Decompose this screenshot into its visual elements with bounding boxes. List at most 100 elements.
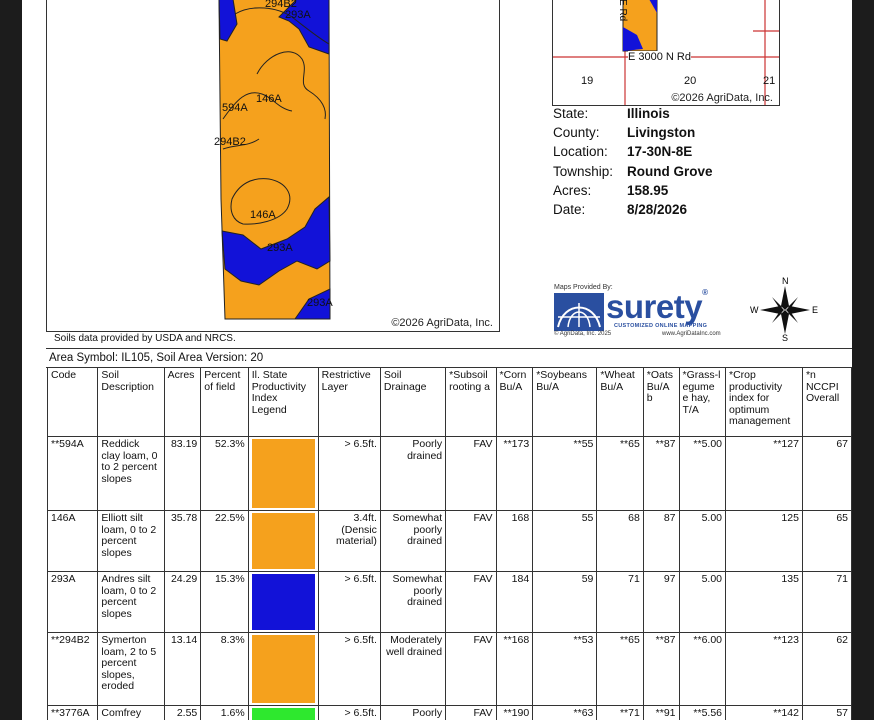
table-row: **294B2 Symerton loam, 2 to 5 percent sl…	[46, 632, 852, 706]
cell-pct: 52.3%	[200, 436, 249, 511]
cell-legend	[247, 705, 319, 720]
col-header: Soil Drainage	[379, 367, 447, 437]
soils-credit: Soils data provided by USDA and NRCS.	[54, 333, 236, 344]
globe-icon	[554, 293, 604, 331]
cell-corn: **168	[495, 632, 534, 706]
legend-swatch-orange	[251, 635, 315, 703]
cell-corn: **173	[495, 436, 534, 511]
cell-pct: 22.5%	[200, 510, 249, 572]
cell-hay: 5.00	[678, 510, 727, 572]
cell-corn: 184	[495, 571, 534, 633]
cell-code: **594A	[46, 436, 99, 511]
cell-acres: 13.14	[163, 632, 202, 706]
info-value: 17-30N-8E	[627, 144, 693, 160]
cell-nccpi: 71	[801, 571, 852, 633]
cell-cpi: **123	[725, 632, 803, 706]
section-21: 21	[763, 75, 776, 87]
cell-restrictive: > 6.5ft.	[317, 436, 381, 511]
cell-legend	[247, 571, 319, 633]
legend-swatch-orange	[251, 439, 315, 508]
parcel-info: State: Illinois County: Livingston Locatio…	[553, 106, 713, 221]
road-label: E 3000 N Rd	[628, 51, 691, 63]
cell-soy: **53	[532, 632, 598, 706]
cell-drainage: Moderately well drained	[379, 632, 447, 706]
col-header: Il. State Productivity Index Legend	[247, 367, 319, 437]
surety-brand: surety®	[606, 288, 708, 325]
col-header: Acres	[163, 367, 202, 437]
cell-nccpi: 57	[801, 705, 852, 720]
cell-soy: **63	[532, 705, 598, 720]
col-header: Restrictive Layer	[317, 367, 381, 437]
cell-wheat: **65	[596, 632, 644, 706]
cell-desc: Elliott silt loam, 0 to 2 percent slopes	[97, 510, 165, 572]
info-row-location: Location: 17-30N-8E	[553, 144, 713, 163]
cell-wheat: 71	[596, 571, 644, 633]
map-label-293A-middle: 293A	[267, 242, 293, 254]
col-header: Soil Description	[97, 367, 165, 437]
cell-subsoil: FAV	[445, 571, 497, 633]
cell-acres: 35.78	[163, 510, 202, 572]
legend-swatch-orange	[251, 513, 315, 569]
info-key: Location:	[553, 144, 608, 160]
cell-desc: Reddick clay loam, 0 to 2 percent slopes	[97, 436, 165, 511]
cell-oats: **91	[642, 705, 680, 720]
map-label-293A: 293A	[285, 9, 311, 21]
vertical-road-label: E Rd	[617, 0, 628, 22]
cell-hay: **5.56	[678, 705, 727, 720]
cell-oats: 87	[642, 510, 680, 572]
cell-oats: **87	[642, 436, 680, 511]
col-header: Percent of field	[200, 367, 249, 437]
info-value: 158.95	[627, 182, 669, 198]
info-row-acres: Acres: 158.95	[553, 183, 713, 202]
info-value: Illinois	[627, 106, 670, 121]
locator-map: E Rd E 3000 N Rd 19 20 21 ©2026 AgriData…	[552, 0, 780, 106]
cell-hay: 5.00	[678, 571, 727, 633]
cell-drainage: Poorly drained	[379, 705, 447, 720]
cell-cpi: 135	[725, 571, 803, 633]
compass-e: E	[812, 305, 819, 315]
info-row-state: State: Illinois	[553, 106, 713, 125]
maps-provided-by: Maps Provided By:	[554, 284, 613, 291]
col-header: *Crop productivity index for optimum man…	[725, 367, 803, 437]
map-label-594A: 594A	[222, 102, 248, 114]
cell-soy: 59	[532, 571, 598, 633]
map-label-146A: 146A	[256, 93, 282, 105]
cell-nccpi: 67	[801, 436, 852, 511]
section-20: 20	[684, 75, 697, 87]
cell-desc: Symerton loam, 2 to 5 percent slopes, er…	[97, 632, 165, 706]
cell-subsoil: FAV	[445, 510, 497, 572]
soil-table: Code Soil Description Acres Percent of f…	[46, 367, 852, 720]
table-header-row: Code Soil Description Acres Percent of f…	[46, 367, 852, 437]
soil-map-graphic	[218, 0, 331, 320]
section-19: 19	[581, 75, 594, 87]
info-key: County:	[553, 125, 600, 141]
compass-s: S	[782, 333, 789, 343]
cell-restrictive: > 6.5ft.	[317, 571, 381, 633]
cell-nccpi: 65	[801, 510, 852, 572]
cell-corn: 168	[495, 510, 534, 572]
logo-url: www.AgriDataInc.com	[662, 331, 721, 337]
area-symbol: Area Symbol: IL105, Soil Area Version: 2…	[46, 348, 852, 368]
info-row-date: Date: 8/28/2026	[553, 202, 713, 221]
cell-subsoil: FAV	[445, 632, 497, 706]
info-key: Date:	[553, 201, 586, 217]
cell-oats: 97	[642, 571, 680, 633]
map-label-146A-lower: 146A	[250, 209, 276, 221]
col-header: Code	[46, 367, 99, 437]
cell-pct: 1.6%	[200, 705, 249, 720]
cell-wheat: **65	[596, 436, 644, 511]
info-key: Township:	[553, 163, 614, 179]
logo-copyright: © AgriData, Inc. 2025	[554, 331, 612, 337]
cell-drainage: Somewhat poorly drained	[379, 510, 447, 572]
info-key: Acres:	[553, 182, 592, 198]
cell-code: **294B2	[46, 632, 99, 706]
cell-desc: Andres silt loam, 0 to 2 percent slopes	[97, 571, 165, 633]
legend-swatch-blue	[251, 574, 315, 630]
table-row: **594A Reddick clay loam, 0 to 2 percent…	[46, 436, 852, 511]
col-header: *Wheat Bu/A	[596, 367, 644, 437]
col-header: *Grass-l egume e hay, T/A	[678, 367, 727, 437]
cell-legend	[247, 510, 319, 572]
soil-map-copyright: ©2026 AgriData, Inc.	[391, 317, 493, 329]
cell-subsoil: FAV	[445, 436, 497, 511]
cell-soy: 55	[532, 510, 598, 572]
